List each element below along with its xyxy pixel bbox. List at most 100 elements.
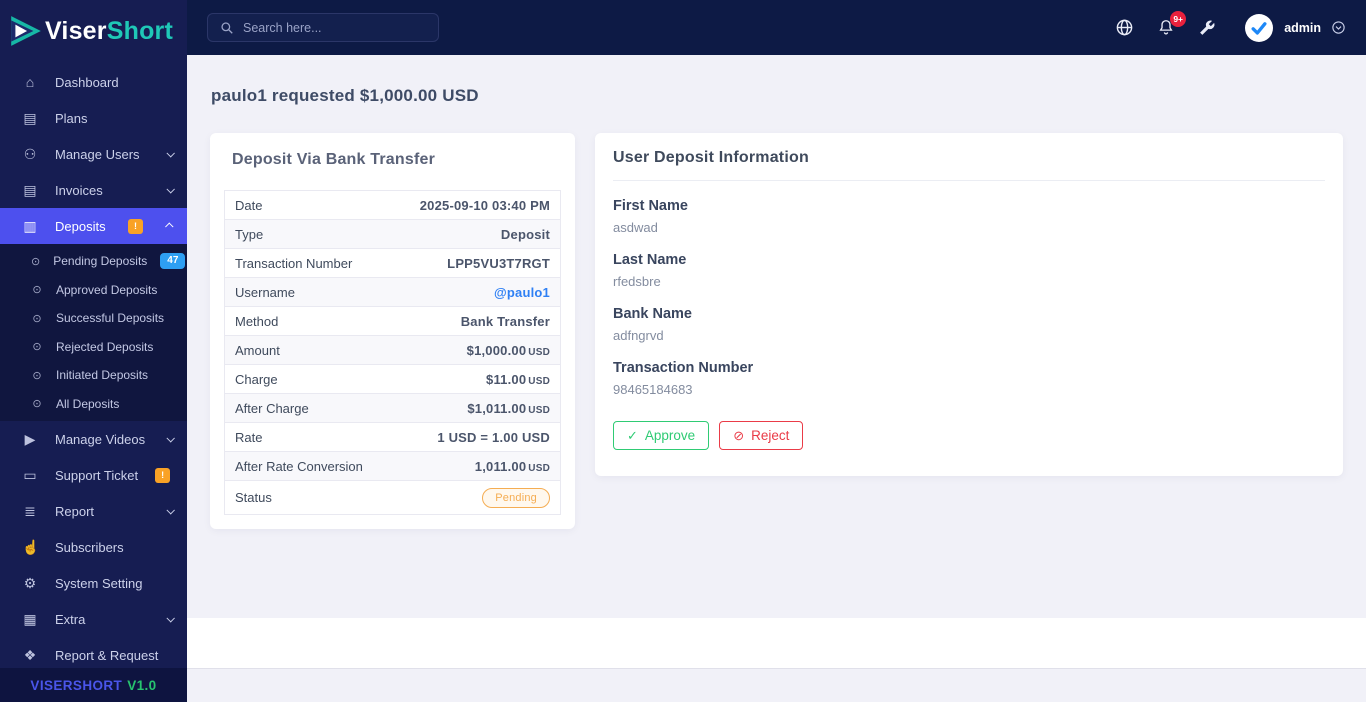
field-label: First Name xyxy=(613,198,688,214)
sidebar-subitem-approved-deposits[interactable]: ⊙ Approved Deposits xyxy=(0,276,187,305)
field-transaction-number: Transaction Number 98465184683 xyxy=(613,360,1325,397)
thumbs-up-icon: ☝ xyxy=(22,538,40,555)
bug-icon: ❖ xyxy=(23,646,37,663)
sidebar-item-invoices[interactable]: ▤ Invoices xyxy=(0,172,187,208)
row-label: Date xyxy=(235,197,263,213)
ticket-icon: ▭ xyxy=(23,466,37,483)
notification-bell-icon[interactable]: 9+ xyxy=(1157,11,1187,37)
currency-suffix: USD xyxy=(528,404,550,416)
table-row-method: Method Bank Transfer xyxy=(224,307,561,336)
bottom-strip xyxy=(187,668,1366,702)
sidebar-item-system-setting[interactable]: ⚙ System Setting xyxy=(0,565,187,601)
sidebar-item-manage-users[interactable]: ⚇ Manage Users xyxy=(0,136,187,172)
field-value: 98465184683 xyxy=(613,382,693,397)
reject-button-label: Reject xyxy=(751,428,790,443)
sidebar-item-report[interactable]: ≣ Report xyxy=(0,493,187,529)
version-label: VISERSHORT xyxy=(30,677,123,693)
sidebar-item-label: Report xyxy=(55,503,95,519)
table-row-date: Date 2025-09-10 03:40 PM xyxy=(224,191,561,220)
sidebar-item-report-request[interactable]: ❖ Report & Request xyxy=(0,637,187,668)
row-value: 1,011.00 USD xyxy=(391,452,560,481)
radio-circle-icon: ⊙ xyxy=(32,398,42,411)
sidebar-item-label: Manage Users xyxy=(55,146,140,162)
field-bank-name: Bank Name adfngrvd xyxy=(613,306,1325,343)
approve-button[interactable]: ✓ Approve xyxy=(613,421,710,450)
chevron-down-icon xyxy=(166,506,175,515)
topbar-actions: 9+ admin xyxy=(1115,11,1346,42)
sidebar-item-plans[interactable]: ▤ Plans xyxy=(0,100,187,136)
alert-badge: ! xyxy=(128,218,143,234)
row-value: Bank Transfer xyxy=(391,307,560,336)
value-text: 2025-09-10 03:40 PM xyxy=(419,197,550,213)
brand-logo[interactable]: ViserShort xyxy=(0,0,187,62)
field-label: Transaction Number xyxy=(613,360,754,376)
admin-menu-chevron-icon[interactable] xyxy=(1331,20,1346,35)
invoice-icon: ▤ xyxy=(23,181,37,198)
field-last-name: Last Name rfedsbre xyxy=(613,252,1325,289)
sidebar-subitem-label: Pending Deposits xyxy=(53,254,148,269)
value-text: 1 USD = 1.00 USD xyxy=(437,429,550,445)
field-label: Last Name xyxy=(613,252,687,268)
value-text: Deposit xyxy=(500,226,550,242)
language-globe-icon[interactable] xyxy=(1115,18,1134,37)
sidebar-item-extra[interactable]: ▦ Extra xyxy=(0,601,187,637)
table-row-after-rate-conversion: After Rate Conversion 1,011.00 USD xyxy=(224,451,561,481)
deposit-card-title: Deposit Via Bank Transfer xyxy=(232,151,435,168)
sidebar-item-dashboard[interactable]: ⌂ Dashboard xyxy=(0,64,187,100)
value-text: LPP5VU3T7RGT xyxy=(447,255,550,271)
field-label: Bank Name xyxy=(613,306,692,322)
gear-icon: ⚙ xyxy=(23,574,37,591)
reject-button[interactable]: ⊘ Reject xyxy=(719,421,804,450)
sidebar-item-deposits[interactable]: ▥ Deposits! xyxy=(0,208,187,244)
sidebar-version: VISERSHORT V1.0 xyxy=(0,668,187,702)
search-input[interactable] xyxy=(243,20,413,35)
deposit-detail-rows: Date 2025-09-10 03:40 PM Type Deposit Transa… xyxy=(224,191,561,515)
user-card-title: User Deposit Information xyxy=(613,149,1325,181)
row-label: Method xyxy=(235,313,279,329)
row-label: Status xyxy=(235,490,272,505)
row-label: Charge xyxy=(235,371,278,387)
admin-avatar[interactable] xyxy=(1245,13,1274,42)
table-row-after-charge: After Charge $1,011.00 USD xyxy=(224,393,561,423)
sidebar-subitem-initiated-deposits[interactable]: ⊙ Initiated Deposits xyxy=(0,361,187,390)
main-area: 9+ admin paulo1 requested $1,000.00 USD xyxy=(187,0,1366,702)
chevron-down-icon xyxy=(166,149,175,158)
status-badge: Pending xyxy=(482,487,550,508)
sidebar-subitem-label: Rejected Deposits xyxy=(56,339,154,354)
table-row-type: Type Deposit xyxy=(224,219,561,249)
sidebar-subitem-label: Successful Deposits xyxy=(56,311,165,326)
sidebar-item-manage-videos[interactable]: ▶ Manage Videos xyxy=(0,421,187,457)
sidebar-item-label: Support Ticket xyxy=(55,467,139,483)
sidebar-subitem-rejected-deposits[interactable]: ⊙ Rejected Deposits xyxy=(0,333,187,362)
currency-suffix: USD xyxy=(528,346,550,358)
sidebar: ViserShort ⌂ Dashboard ▤ Plans ⚇ Manage Users… xyxy=(0,0,187,702)
field-value: rfedsbre xyxy=(613,274,661,289)
row-value: Pending xyxy=(391,481,560,515)
chevron-down-icon xyxy=(166,434,175,443)
page-title: paulo1 requested $1,000.00 USD xyxy=(211,86,479,105)
chevron-down-icon xyxy=(166,185,175,194)
sidebar-item-subscribers[interactable]: ☝ Subscribers xyxy=(0,529,187,565)
content: paulo1 requested $1,000.00 USD Deposit V… xyxy=(187,55,1366,618)
sidebar-subitem-all-deposits[interactable]: ⊙ All Deposits xyxy=(0,390,187,419)
sidebar-subitem-pending-deposits[interactable]: ⊙ Pending Deposits 47 xyxy=(0,247,187,276)
deposit-detail-table: Date 2025-09-10 03:40 PM Type Deposit Transa… xyxy=(224,190,561,515)
user-deposit-info-card: User Deposit Information First Name asdwa… xyxy=(595,133,1343,476)
brand-logo-icon xyxy=(8,14,44,48)
search-box[interactable] xyxy=(207,13,439,42)
sidebar-item-label: Manage Videos xyxy=(55,431,146,447)
settings-wrench-icon[interactable] xyxy=(1198,19,1216,37)
sidebar-subitem-successful-deposits[interactable]: ⊙ Successful Deposits xyxy=(0,304,187,333)
username-link[interactable]: @paulo1 xyxy=(494,285,550,300)
sidebar-item-support-ticket[interactable]: ▭ Support Ticket! xyxy=(0,457,187,493)
sidebar-subitem-label: Initiated Deposits xyxy=(56,368,149,383)
version-number: V1.0 xyxy=(127,677,157,693)
sidebar-item-label: System Setting xyxy=(55,575,143,591)
row-label: Amount xyxy=(235,342,280,358)
chevron-down-icon xyxy=(166,614,175,623)
currency-suffix: USD xyxy=(528,375,550,387)
radio-circle-icon: ⊙ xyxy=(32,341,42,354)
row-value: $1,000.00 USD xyxy=(391,336,560,365)
row-label: Rate xyxy=(235,429,263,445)
value-text: $1,000.00 xyxy=(466,342,527,358)
